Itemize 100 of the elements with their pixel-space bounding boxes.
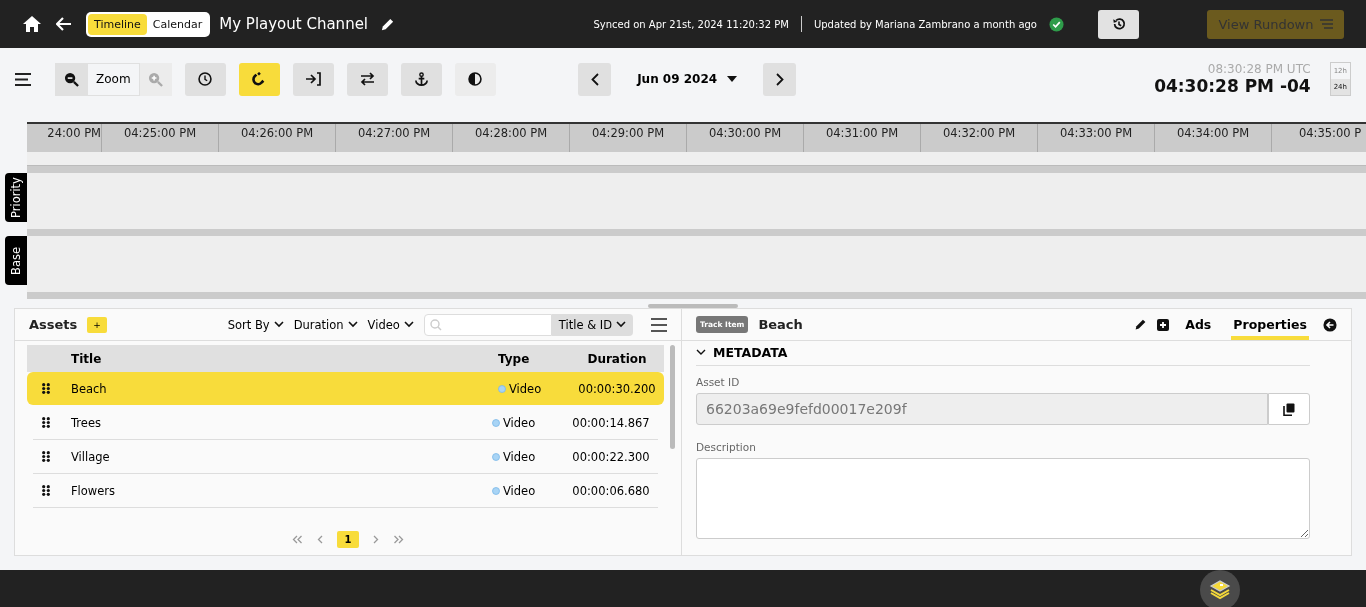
asset-duration: 00:00:22.300 [571,449,651,464]
history-button[interactable] [1098,9,1139,39]
type-dot-icon [498,384,506,393]
swap-tool-button[interactable] [346,62,388,96]
previous-page-icon[interactable] [316,534,323,544]
layers-button[interactable] [1200,570,1240,607]
copy-icon [1283,402,1295,416]
clock-icon [198,72,213,86]
column-header: Title [71,351,103,366]
field-label: Description [696,441,757,453]
enter-tool-button[interactable] [292,62,334,96]
column-header: Duration [586,351,648,366]
update-status: Updated by Mariana Zambrano a month ago [813,18,1037,30]
chevron-down-icon [347,321,358,328]
drag-handle-icon[interactable] [41,417,51,428]
search-field[interactable] [423,313,552,336]
check-circle-icon [1049,16,1064,32]
asset-title: Trees [71,415,102,430]
type-dot-icon [492,486,500,495]
asset-duration: 00:00:14.867 [571,415,651,430]
zoom-out-icon [63,71,79,87]
pencil-icon[interactable] [1134,318,1148,331]
scrollbar[interactable] [670,345,675,449]
asset-row[interactable]: Beach Video 00:00:30.200 [27,372,664,405]
asset-title: Flowers [71,483,117,498]
search-scope-dropdown[interactable]: Title & ID [551,313,633,336]
next-day-button[interactable] [763,62,797,96]
drag-handle-icon[interactable] [41,383,51,394]
type-dot-icon [492,452,500,461]
filter-dropdown[interactable]: Sort By [227,317,284,332]
contrast-icon [468,72,483,86]
clock-tool-button[interactable] [184,62,226,96]
last-page-icon[interactable] [393,534,405,544]
chevron-right-icon [775,72,784,86]
back-arrow-icon[interactable] [56,17,72,31]
local-time: 04:30:28 PM -04 [1154,76,1311,96]
asset-duration: 00:00:06.680 [571,483,651,498]
asset-type: Video [509,381,542,396]
history-icon [1111,17,1126,31]
resize-handle[interactable] [648,304,738,308]
zoom-label: Zoom [87,62,140,96]
magnet-icon [252,72,267,86]
track-label: Priority [5,173,27,222]
asset-row[interactable]: Trees Video 00:00:14.867 [33,406,658,440]
asset-type: Video [503,483,536,498]
panel-tab[interactable]: Properties [1231,309,1309,340]
chevron-down-icon [696,349,706,356]
filter-dropdown[interactable]: Duration [293,317,358,332]
type-dot-icon [492,418,500,427]
asset-title: Village [71,449,111,464]
caret-down-icon [727,76,738,82]
search-icon [429,318,442,331]
asset-duration: 00:00:30.200 [577,381,657,396]
first-page-icon[interactable] [291,534,303,544]
page-button[interactable]: 1 [336,530,360,548]
list-icon [1319,19,1333,29]
chevron-down-icon [273,321,284,328]
view-tab[interactable]: Timeline [88,13,147,35]
column-header: Type [498,351,531,366]
drag-handle-icon[interactable] [41,485,51,496]
menu-icon[interactable] [15,72,31,86]
pencil-icon[interactable] [380,16,396,32]
asset-row[interactable]: Flowers Video 00:00:06.680 [33,474,658,508]
chevron-down-icon [403,321,414,328]
asset-id-field[interactable]: 66203a69e9fefd00017e209f [696,393,1268,425]
sync-status: Synced on Apr 21st, 2024 11:20:32 PM [593,18,789,30]
description-field[interactable] [696,458,1310,539]
panel-tab[interactable]: Ads [1183,309,1214,340]
anchor-icon [413,71,429,87]
next-page-icon[interactable] [373,534,380,544]
stacked-layers-icon [1209,579,1231,601]
previous-day-button[interactable] [578,62,612,96]
metadata-section-toggle[interactable]: METADATA [696,341,1310,366]
field-label: Asset ID [696,376,741,388]
asset-type: Video [503,415,536,430]
magnet-tool-button[interactable] [238,62,280,96]
arrow-left-circle-icon[interactable] [1323,317,1337,332]
home-icon[interactable] [22,15,42,33]
asset-type: Video [503,449,536,464]
utc-time: 08:30:28 PM UTC [1207,62,1311,76]
channel-title: My Playout Channel [219,15,369,33]
item-title: Beach [758,317,803,332]
chevron-down-icon [616,321,626,328]
filter-dropdown[interactable]: Video [367,317,414,332]
copy-button[interactable] [1268,393,1310,425]
time-ruler-label: 24:00 PM [46,125,101,142]
add-asset-button[interactable]: + [87,316,107,333]
asset-row[interactable]: Village Video 00:00:22.300 [33,440,658,474]
track-label: Base [5,236,27,285]
date-picker[interactable]: Jun 09 2024 [625,72,750,86]
plus-square-icon[interactable] [1157,318,1170,331]
zoom-in-icon [148,71,164,87]
asset-title: Beach [71,381,108,396]
swap-arrows-icon [359,72,375,86]
sign-in-icon [305,72,322,86]
anchor-tool-button[interactable] [400,62,442,96]
zoom-out-button[interactable] [55,62,87,96]
menu-icon[interactable] [651,317,667,332]
drag-handle-icon[interactable] [41,451,51,462]
chevron-left-icon [590,72,599,86]
